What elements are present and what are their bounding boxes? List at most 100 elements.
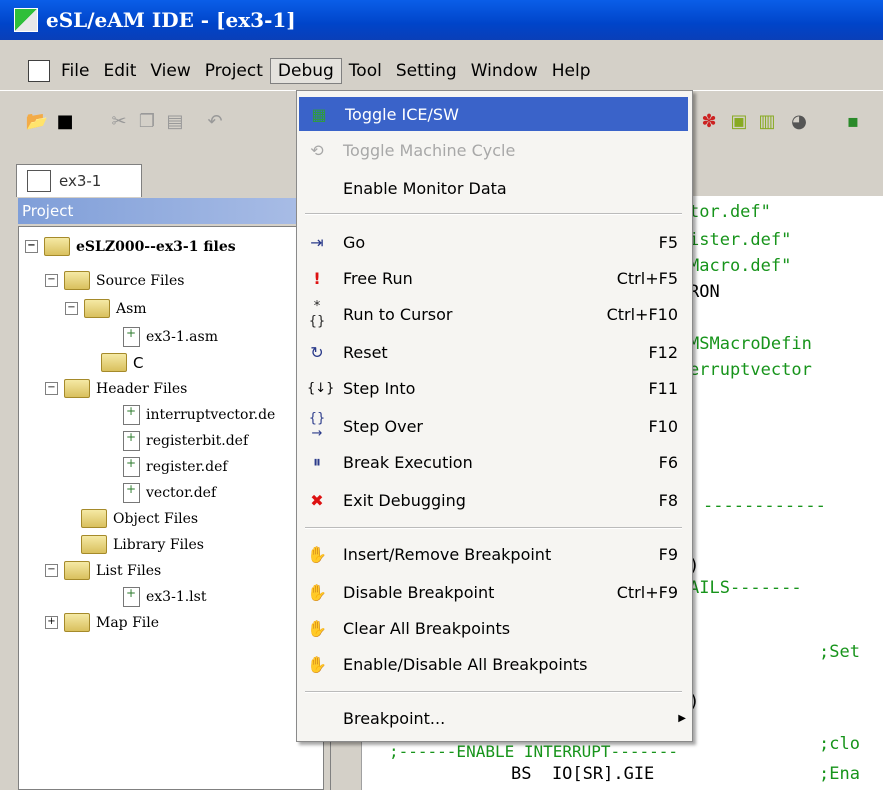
menu-item-exit-debugging[interactable]: ✖ Exit Debugging F8 — [297, 483, 690, 517]
document-icon — [28, 60, 50, 82]
tree-node-ex3-1-lst[interactable]: ex3-1.lst — [123, 586, 206, 607]
menu-view[interactable]: View — [143, 59, 197, 83]
save-icon[interactable]: ■ — [54, 110, 76, 132]
expand-icon[interactable]: + — [45, 616, 58, 629]
menu-item-disable-breakpoint[interactable]: ✋ Disable Breakpoint Ctrl+F9 — [297, 575, 690, 609]
folder-icon — [64, 613, 90, 632]
extra-tool-icon[interactable]: ▪ — [842, 110, 864, 132]
collapse-icon[interactable]: − — [45, 564, 58, 577]
copy-icon[interactable]: ❐ — [136, 110, 158, 132]
menu-item-shortcut: F9 — [658, 544, 678, 564]
menu-item-enable-disable-all-breakpoints[interactable]: ✋ Enable/Disable All Breakpoints — [297, 647, 690, 681]
free-run-icon: ! — [313, 268, 321, 288]
folder-icon — [64, 561, 90, 580]
file-icon — [123, 326, 140, 347]
menu-item-step-into[interactable]: {↓} Step Into F11 — [297, 371, 690, 405]
code-line: ister.def" — [689, 230, 792, 250]
tree-node-header-files[interactable]: − Header Files — [45, 379, 187, 398]
tree-node-c[interactable]: C — [101, 353, 143, 372]
tree-label: eSLZ000--ex3-1 files — [76, 238, 236, 255]
collapse-icon[interactable]: − — [65, 302, 78, 315]
menu-item-shortcut: F12 — [648, 342, 678, 362]
menu-file[interactable]: File — [54, 59, 96, 83]
tree-node-ex3-1-asm[interactable]: ex3-1.asm — [123, 326, 218, 347]
menu-item-break-execution[interactable]: ⏸ Break Execution F6 — [297, 445, 690, 479]
watch-window-icon[interactable]: ◕ — [788, 110, 810, 132]
menu-tool[interactable]: Tool — [342, 59, 389, 83]
menu-item-label: Step Over — [343, 416, 423, 436]
menu-item-label: Insert/Remove Breakpoint — [343, 544, 552, 564]
tree-node-library-files[interactable]: Library Files — [81, 535, 204, 554]
menu-item-toggle-ice-sw[interactable]: ▦ Toggle ICE/SW — [299, 97, 688, 131]
tree-node-list-files[interactable]: − List Files — [45, 561, 161, 580]
code-line: AILS------- — [689, 578, 802, 598]
menu-item-insert-remove-breakpoint[interactable]: ✋ Insert/Remove Breakpoint F9 — [297, 537, 690, 571]
tree-label: Asm — [116, 300, 147, 317]
code-line: tor.def" — [689, 202, 771, 222]
menu-item-reset[interactable]: ↻ Reset F12 — [297, 335, 690, 369]
tree-node-map-file[interactable]: + Map File — [45, 613, 159, 632]
menu-item-toggle-machine-cycle[interactable]: ⟲ Toggle Machine Cycle — [297, 133, 690, 167]
code-line: BS IO[SR].GIE — [511, 764, 655, 784]
tree-node-object-files[interactable]: Object Files — [81, 509, 198, 528]
menu-item-shortcut: F11 — [648, 378, 678, 398]
debug-run-icon[interactable]: ✽ — [698, 110, 720, 132]
register-window-icon[interactable]: ▥ — [756, 110, 778, 132]
folder-icon — [64, 379, 90, 398]
folder-icon — [101, 353, 127, 372]
menu-setting[interactable]: Setting — [389, 59, 464, 83]
tree-label: vector.def — [146, 485, 217, 501]
step-into-icon: {↓} — [307, 380, 335, 396]
tree-label: register.def — [146, 459, 228, 475]
tab-ex3-1[interactable]: ex3-1 — [16, 164, 142, 197]
tree-node-interruptvector[interactable]: interruptvector.de — [123, 404, 276, 425]
title-bar: eSL/eAM IDE - [ex3-1] — [0, 0, 883, 40]
ice-chip-icon: ▦ — [311, 104, 327, 124]
file-icon — [123, 586, 140, 607]
menu-item-label: Run to Cursor — [343, 304, 453, 324]
menu-item-label: Toggle Machine Cycle — [343, 140, 516, 160]
memory-window-icon[interactable]: ▣ — [728, 110, 750, 132]
menu-item-clear-all-breakpoints[interactable]: ✋ Clear All Breakpoints — [297, 611, 690, 645]
open-folder-icon[interactable]: 📂 — [26, 110, 48, 132]
tree-node-asm[interactable]: − Asm — [65, 299, 147, 318]
tree-node-vector[interactable]: vector.def — [123, 482, 217, 503]
app-icon — [14, 8, 38, 32]
paste-icon[interactable]: ▤ — [164, 110, 186, 132]
tree-label: Header Files — [96, 380, 188, 397]
toggle-all-breakpoints-icon: ✋ — [307, 654, 327, 674]
menu-debug[interactable]: Debug — [269, 58, 342, 84]
file-icon — [123, 430, 140, 451]
tree-node-source-files[interactable]: − Source Files — [45, 271, 184, 290]
menu-help[interactable]: Help — [545, 59, 598, 83]
menu-item-free-run[interactable]: ! Free Run Ctrl+F5 — [297, 261, 690, 295]
collapse-icon[interactable]: − — [45, 382, 58, 395]
tree-node-register[interactable]: register.def — [123, 456, 228, 477]
tree-node-registerbit[interactable]: registerbit.def — [123, 430, 248, 451]
code-line: ;Ena — [819, 764, 860, 784]
menu-item-shortcut: F8 — [658, 490, 678, 510]
menu-item-go[interactable]: ⇥ Go F5 — [297, 225, 690, 259]
collapse-icon[interactable]: − — [25, 240, 38, 253]
menu-item-label: Step Into — [343, 378, 416, 398]
menu-item-enable-monitor-data[interactable]: Enable Monitor Data — [297, 171, 690, 205]
code-line: ;clo — [819, 734, 860, 754]
undo-icon[interactable]: ↶ — [204, 110, 226, 132]
cut-icon[interactable]: ✂ — [108, 110, 130, 132]
tree-root[interactable]: − eSLZ000--ex3-1 files — [25, 237, 236, 256]
file-icon — [123, 482, 140, 503]
code-line: RON — [689, 282, 720, 302]
project-panel-header: Project — [18, 198, 308, 224]
menu-edit[interactable]: Edit — [96, 59, 143, 83]
menu-item-shortcut: Ctrl+F10 — [606, 304, 678, 324]
tree-label: interruptvector.de — [146, 407, 276, 423]
menu-item-breakpoint-submenu[interactable]: Breakpoint... ▶ — [297, 701, 690, 735]
menu-item-step-over[interactable]: {}→ Step Over F10 — [297, 409, 690, 443]
folder-icon — [81, 535, 107, 554]
collapse-icon[interactable]: − — [45, 274, 58, 287]
tree-label: Object Files — [113, 510, 199, 527]
menu-project[interactable]: Project — [198, 59, 270, 83]
debug-menu: ▦ Toggle ICE/SW ⟲ Toggle Machine Cycle E… — [296, 90, 693, 742]
menu-window[interactable]: Window — [464, 59, 545, 83]
menu-item-run-to-cursor[interactable]: *{} Run to Cursor Ctrl+F10 — [297, 297, 690, 331]
